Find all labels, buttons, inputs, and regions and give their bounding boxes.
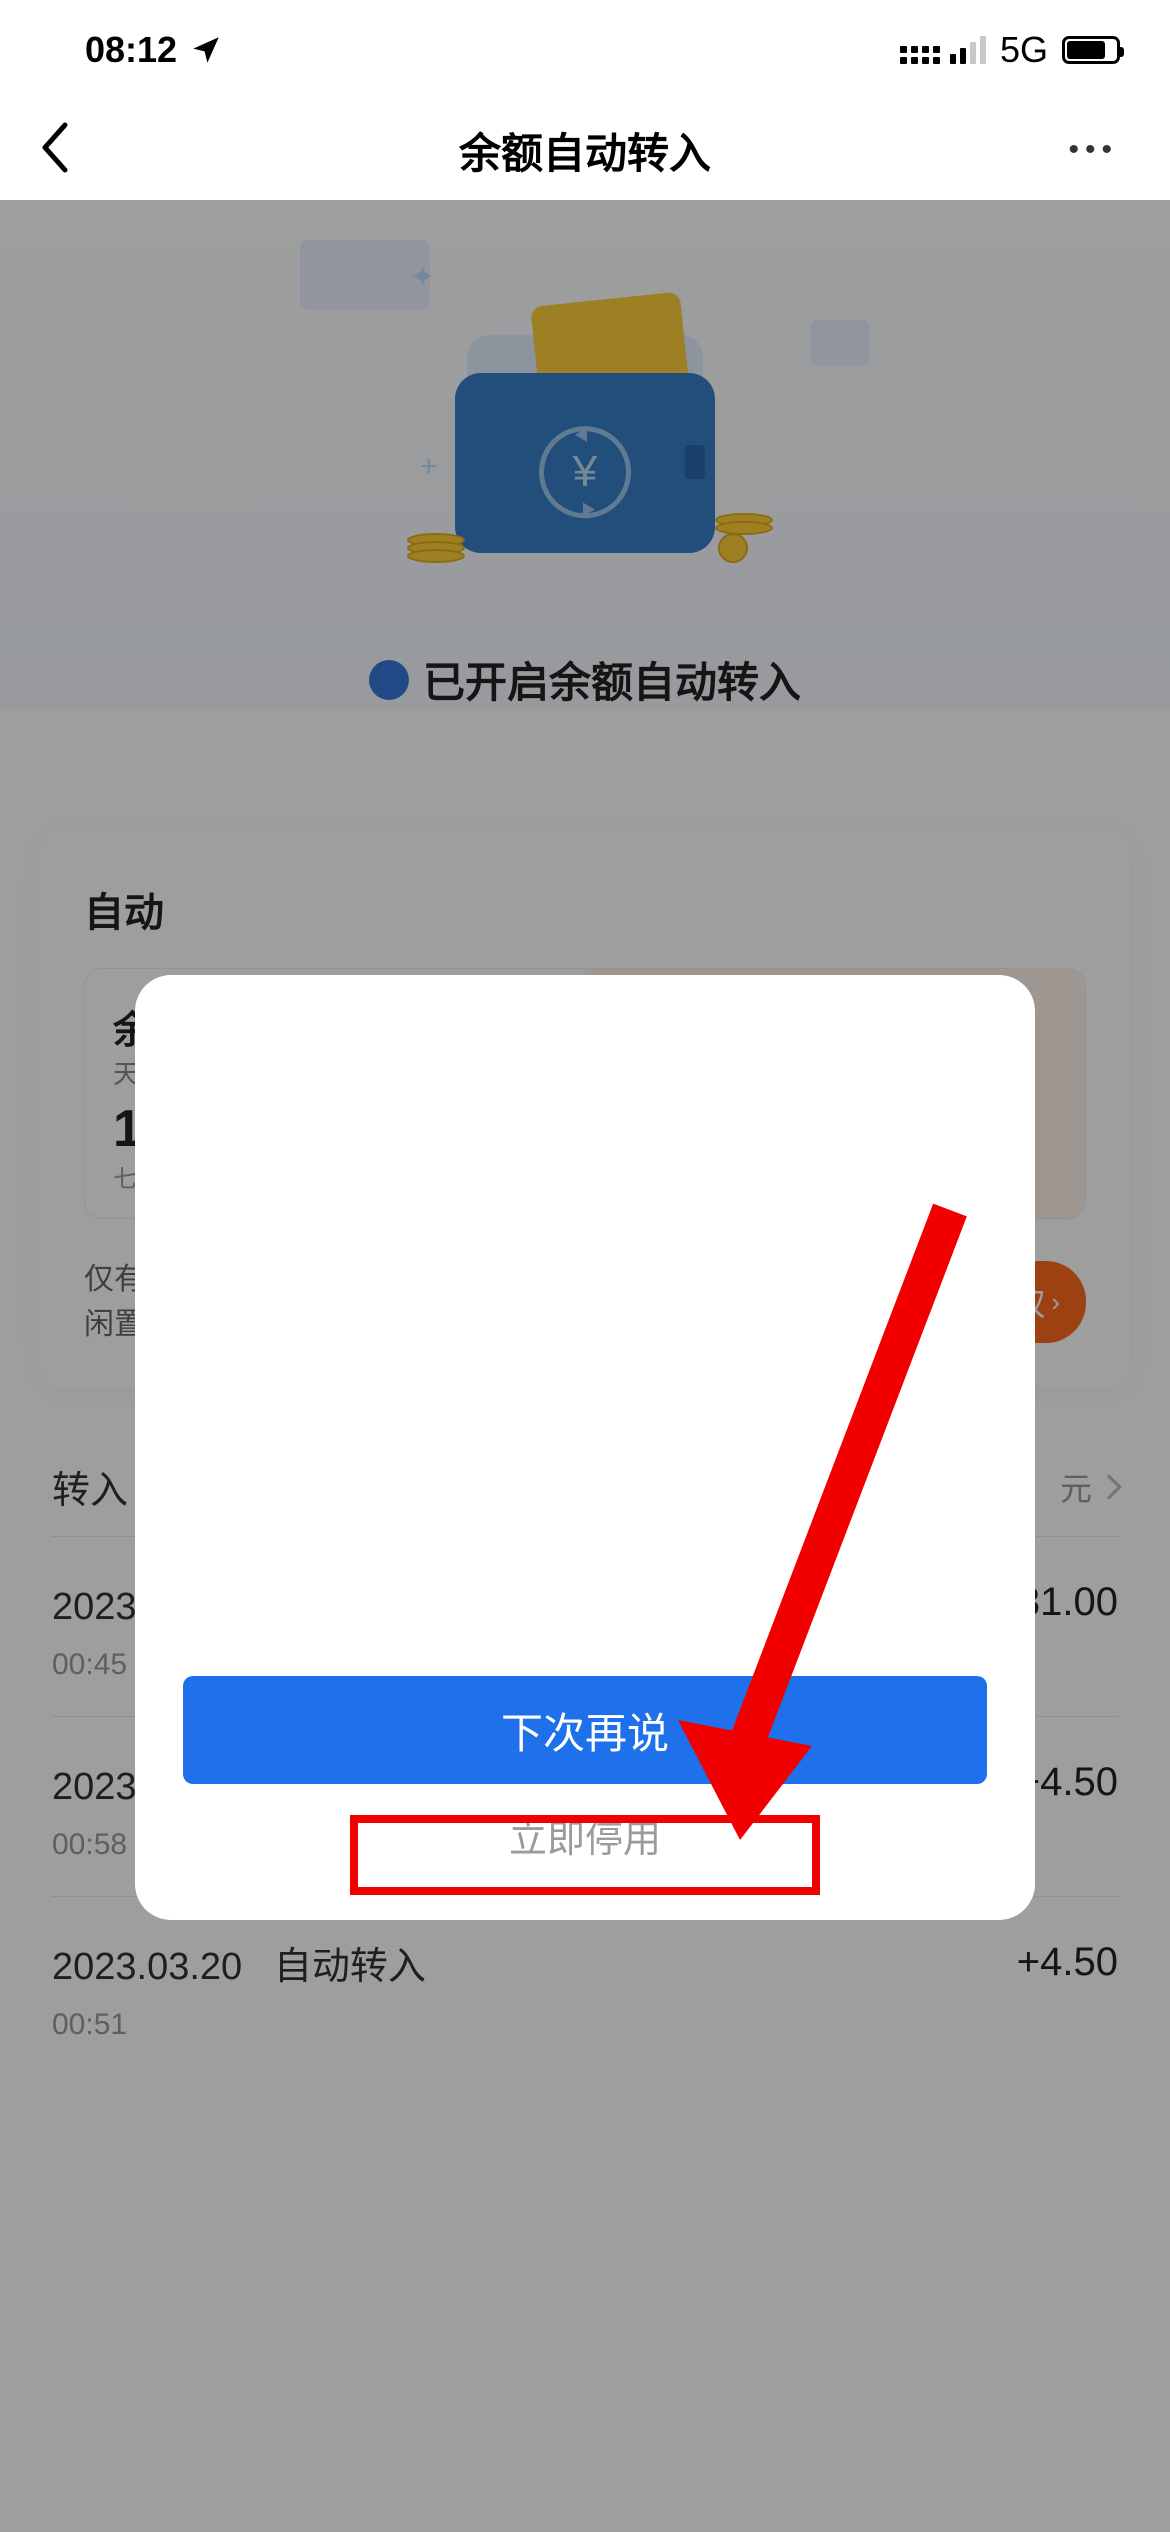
annotation-highlight-box: [350, 1815, 820, 1895]
status-bar: 08:12 5G: [0, 0, 1170, 100]
battery-icon: [1062, 36, 1120, 64]
keep-button-label: 下次再说: [501, 1700, 669, 1761]
page-title: 余额自动转入: [459, 120, 711, 181]
signal-icon: [900, 36, 986, 64]
back-button[interactable]: [40, 123, 70, 178]
more-button[interactable]: •••: [1068, 133, 1118, 167]
status-time: 08:12: [85, 29, 177, 71]
network-label: 5G: [1000, 29, 1048, 71]
status-right: 5G: [900, 29, 1120, 71]
status-left: 08:12: [85, 29, 223, 71]
location-arrow-icon: [189, 33, 223, 67]
nav-bar: 余额自动转入 •••: [0, 100, 1170, 200]
retain-modal: 下次再说 立即停用: [135, 975, 1035, 1920]
keep-button[interactable]: 下次再说: [183, 1676, 987, 1784]
